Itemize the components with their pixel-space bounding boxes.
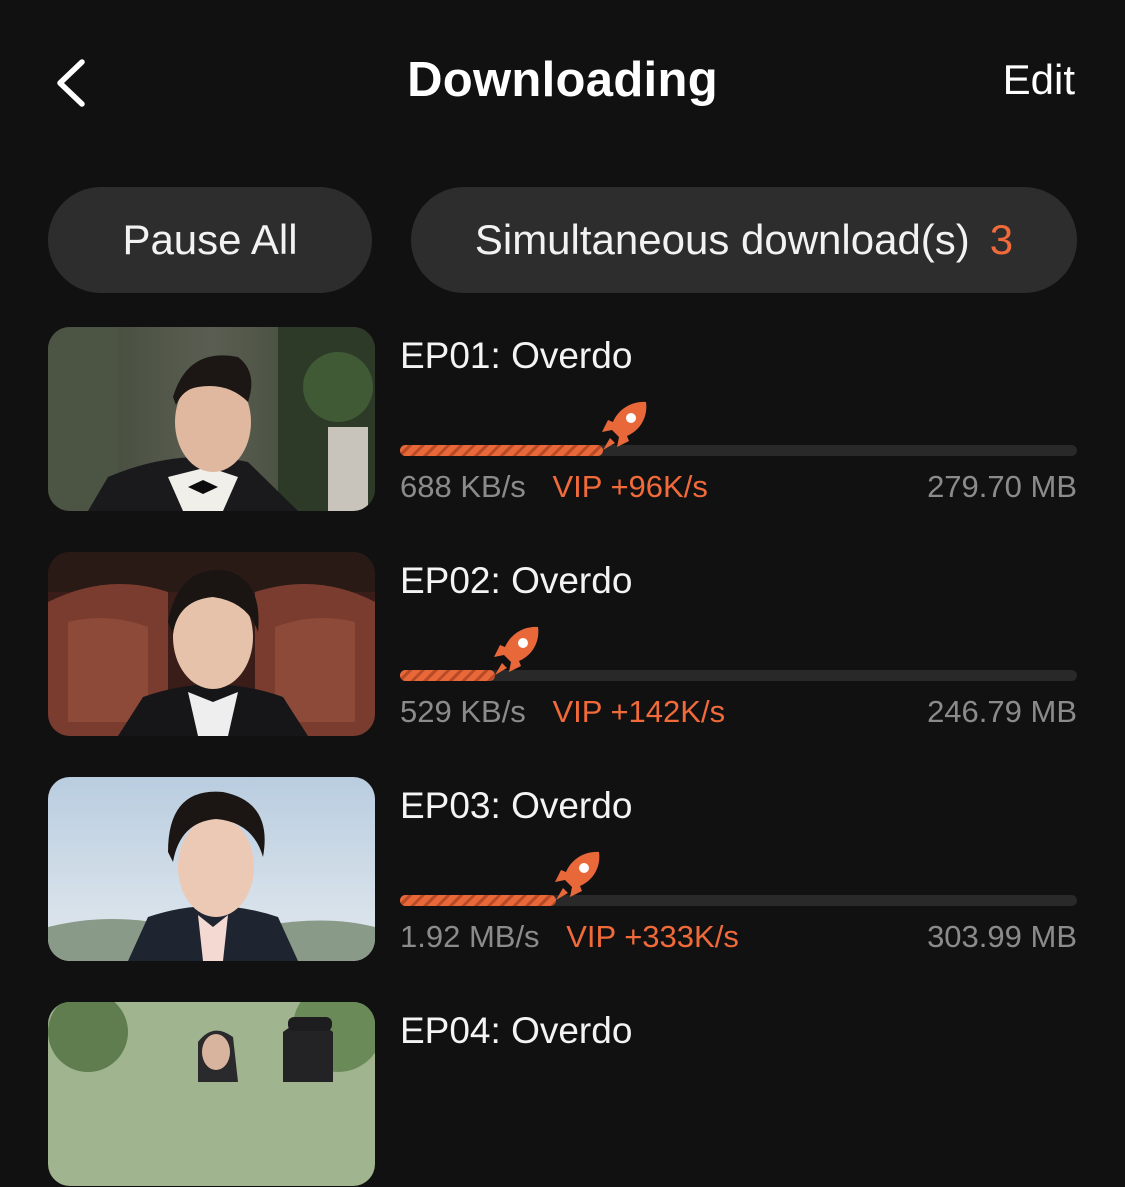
download-stats: 688 KB/s VIP +96K/s 279.70 MB — [400, 469, 1077, 505]
download-item[interactable]: EP04: Overdo — [0, 1002, 1125, 1187]
simultaneous-downloads-label: Simultaneous download(s) — [474, 216, 970, 263]
simultaneous-downloads-count: 3 — [989, 216, 1014, 263]
rocket-icon — [599, 400, 649, 454]
download-progress-bar — [400, 401, 1077, 456]
episode-thumbnail — [48, 1002, 375, 1186]
download-item[interactable]: EP01: Overdo 688 KB/s VIP +96K/s 279.70 … — [0, 327, 1125, 512]
rocket-icon — [552, 850, 602, 904]
episode-title: EP01: Overdo — [400, 335, 633, 376]
episode-thumbnail — [48, 777, 375, 961]
top-bar: Downloading Edit — [0, 0, 1125, 160]
episode-title: EP04: Overdo — [400, 1010, 633, 1051]
progress-fill — [400, 445, 603, 456]
episode-title: EP03: Overdo — [400, 785, 633, 826]
episode-thumbnail — [48, 552, 375, 736]
vip-speed-boost: VIP +142K/s — [552, 694, 726, 729]
episode-thumbnail — [48, 327, 375, 511]
file-size: 303.99 MB — [927, 919, 1077, 954]
file-size: 279.70 MB — [927, 469, 1077, 504]
edit-button[interactable]: Edit — [1003, 56, 1075, 104]
episode-title: EP02: Overdo — [400, 560, 633, 601]
download-item[interactable]: EP02: Overdo 529 KB/s VIP +142K/s 246.79… — [0, 552, 1125, 737]
download-progress-bar — [400, 626, 1077, 681]
page-title: Downloading — [407, 53, 718, 107]
download-speed: 1.92 MB/s — [400, 919, 540, 954]
download-speed: 529 KB/s — [400, 694, 526, 729]
simultaneous-downloads-button[interactable]: Simultaneous download(s) 3 — [411, 187, 1077, 293]
download-stats: 1.92 MB/s VIP +333K/s 303.99 MB — [400, 919, 1077, 955]
download-speed: 688 KB/s — [400, 469, 526, 504]
download-item[interactable]: EP03: Overdo 1.92 MB/s VIP +333K/s 303.9… — [0, 777, 1125, 962]
download-stats: 529 KB/s VIP +142K/s 246.79 MB — [400, 694, 1077, 730]
file-size: 246.79 MB — [927, 694, 1077, 729]
progress-fill — [400, 670, 495, 681]
pause-all-label: Pause All — [122, 216, 298, 263]
download-progress-bar — [400, 851, 1077, 906]
vip-speed-boost: VIP +96K/s — [552, 469, 708, 504]
progress-fill — [400, 895, 556, 906]
vip-speed-boost: VIP +333K/s — [566, 919, 739, 954]
rocket-icon — [491, 625, 541, 679]
pause-all-button[interactable]: Pause All — [48, 187, 372, 293]
